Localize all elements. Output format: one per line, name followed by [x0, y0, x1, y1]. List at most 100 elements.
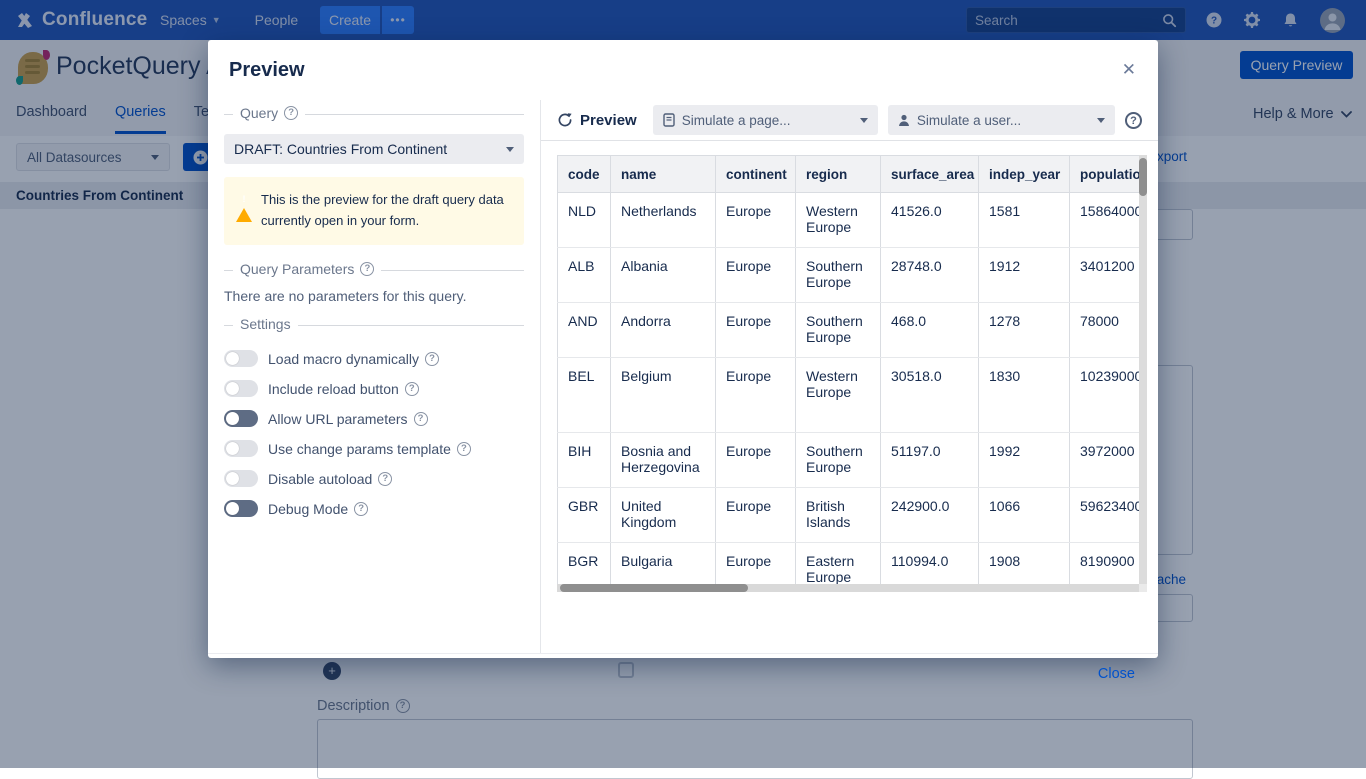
table-cell: BIH [558, 433, 611, 488]
simulate-page-select[interactable]: Simulate a page... [653, 105, 878, 135]
toggle-debug-mode[interactable] [224, 500, 258, 517]
table-cell: Europe [716, 488, 796, 543]
table-cell: Southern Europe [796, 433, 881, 488]
table-cell: 51197.0 [881, 433, 979, 488]
refresh-icon[interactable] [557, 112, 573, 128]
close-icon[interactable]: ✕ [1122, 60, 1136, 80]
preview-table: codenamecontinentregionsurface_areaindep… [557, 155, 1140, 592]
table-cell: British Islands [796, 488, 881, 543]
table-cell: Albania [611, 248, 716, 303]
horizontal-scrollbar[interactable] [557, 584, 1139, 592]
table-row: BELBelgiumEuropeWestern Europe30518.0183… [558, 358, 1140, 433]
table-cell: 1066 [979, 488, 1070, 543]
table-cell: 1912 [979, 248, 1070, 303]
help-icon[interactable]: ? [360, 262, 374, 276]
table-cell: 15864000 [1070, 193, 1140, 248]
help-icon[interactable]: ? [425, 352, 439, 366]
table-row: GBRUnited KingdomEuropeBritish Islands24… [558, 488, 1140, 543]
help-icon[interactable]: ? [414, 412, 428, 426]
column-header-region: region [796, 156, 881, 193]
user-icon [898, 114, 910, 127]
table-cell: Andorra [611, 303, 716, 358]
setting-label: Load macro dynamically? [268, 351, 439, 367]
help-icon[interactable]: ? [457, 442, 471, 456]
vertical-scrollbar-thumb[interactable] [1139, 158, 1147, 196]
toggle-use-change-params-template[interactable] [224, 440, 258, 457]
preview-table-container: codenamecontinentregionsurface_areaindep… [557, 155, 1147, 592]
help-icon[interactable]: ? [284, 106, 298, 120]
preview-modal: Preview ✕ Query ? DRAFT: Countries From … [208, 40, 1158, 658]
setting-row: Include reload button? [224, 374, 524, 404]
setting-row: Allow URL parameters? [224, 404, 524, 434]
table-cell: 3401200 [1070, 248, 1140, 303]
help-icon[interactable]: ? [378, 472, 392, 486]
preview-panel-title: Preview [580, 112, 637, 129]
draft-warning-message: ! This is the preview for the draft quer… [224, 177, 524, 245]
modal-left-panel: Query ? DRAFT: Countries From Continent … [208, 100, 540, 653]
setting-row: Debug Mode? [224, 494, 524, 524]
table-cell: 3972000 [1070, 433, 1140, 488]
chevron-down-icon [860, 118, 868, 123]
settings-section-legend: Settings [224, 325, 524, 326]
help-icon[interactable]: ? [354, 502, 368, 516]
table-cell: Western Europe [796, 358, 881, 433]
setting-row: Disable autoload? [224, 464, 524, 494]
table-cell: BEL [558, 358, 611, 433]
warning-icon: ! [236, 191, 252, 205]
help-icon[interactable]: ? [1125, 112, 1142, 129]
simulate-user-select[interactable]: Simulate a user... [888, 105, 1115, 135]
table-cell: 30518.0 [881, 358, 979, 433]
setting-label: Include reload button? [268, 381, 419, 397]
setting-label: Use change params template? [268, 441, 471, 457]
help-icon[interactable]: ? [405, 382, 419, 396]
table-row: BIHBosnia and HerzegovinaEuropeSouthern … [558, 433, 1140, 488]
modal-preview-panel: Preview Simulate a page... [540, 100, 1158, 653]
toggle-load-macro-dynamically[interactable] [224, 350, 258, 367]
toggle-allow-url-parameters[interactable] [224, 410, 258, 427]
table-cell: 242900.0 [881, 488, 979, 543]
table-cell: Europe [716, 303, 796, 358]
table-cell: 59623400 [1070, 488, 1140, 543]
table-cell: 1830 [979, 358, 1070, 433]
column-header-indep_year: indep_year [979, 156, 1070, 193]
table-cell: Belgium [611, 358, 716, 433]
table-cell: AND [558, 303, 611, 358]
scrollbar-corner [1139, 584, 1147, 592]
table-row: ALBAlbaniaEuropeSouthern Europe28748.019… [558, 248, 1140, 303]
table-cell: 1278 [979, 303, 1070, 358]
table-row: NLDNetherlandsEuropeWestern Europe41526.… [558, 193, 1140, 248]
table-cell: 1581 [979, 193, 1070, 248]
horizontal-scrollbar-thumb[interactable] [560, 584, 748, 592]
table-cell: GBR [558, 488, 611, 543]
chevron-down-icon [1097, 118, 1105, 123]
setting-label: Allow URL parameters? [268, 411, 428, 427]
page-icon [663, 113, 675, 127]
table-cell: Europe [716, 433, 796, 488]
table-row: ANDAndorraEuropeSouthern Europe468.01278… [558, 303, 1140, 358]
table-cell: 28748.0 [881, 248, 979, 303]
column-header-name: name [611, 156, 716, 193]
table-cell: ALB [558, 248, 611, 303]
table-cell: Western Europe [796, 193, 881, 248]
table-cell: 41526.0 [881, 193, 979, 248]
table-cell: 10239000 [1070, 358, 1140, 433]
column-header-code: code [558, 156, 611, 193]
column-header-population: population [1070, 156, 1140, 193]
settings-toggles: Load macro dynamically? Include reload bu… [224, 344, 524, 524]
table-cell: Europe [716, 358, 796, 433]
setting-label: Debug Mode? [268, 501, 368, 517]
table-cell: Europe [716, 193, 796, 248]
query-select[interactable]: DRAFT: Countries From Continent [224, 134, 524, 164]
close-button[interactable]: Close [1098, 666, 1135, 682]
no-parameters-text: There are no parameters for this query. [224, 288, 524, 304]
table-cell: 1992 [979, 433, 1070, 488]
table-cell: NLD [558, 193, 611, 248]
query-section-legend: Query ? [224, 114, 524, 115]
vertical-scrollbar[interactable] [1139, 155, 1147, 584]
table-cell: Southern Europe [796, 248, 881, 303]
toggle-disable-autoload[interactable] [224, 470, 258, 487]
toggle-include-reload-button[interactable] [224, 380, 258, 397]
modal-title: Preview [229, 59, 305, 82]
column-header-surface_area: surface_area [881, 156, 979, 193]
table-cell: United Kingdom [611, 488, 716, 543]
